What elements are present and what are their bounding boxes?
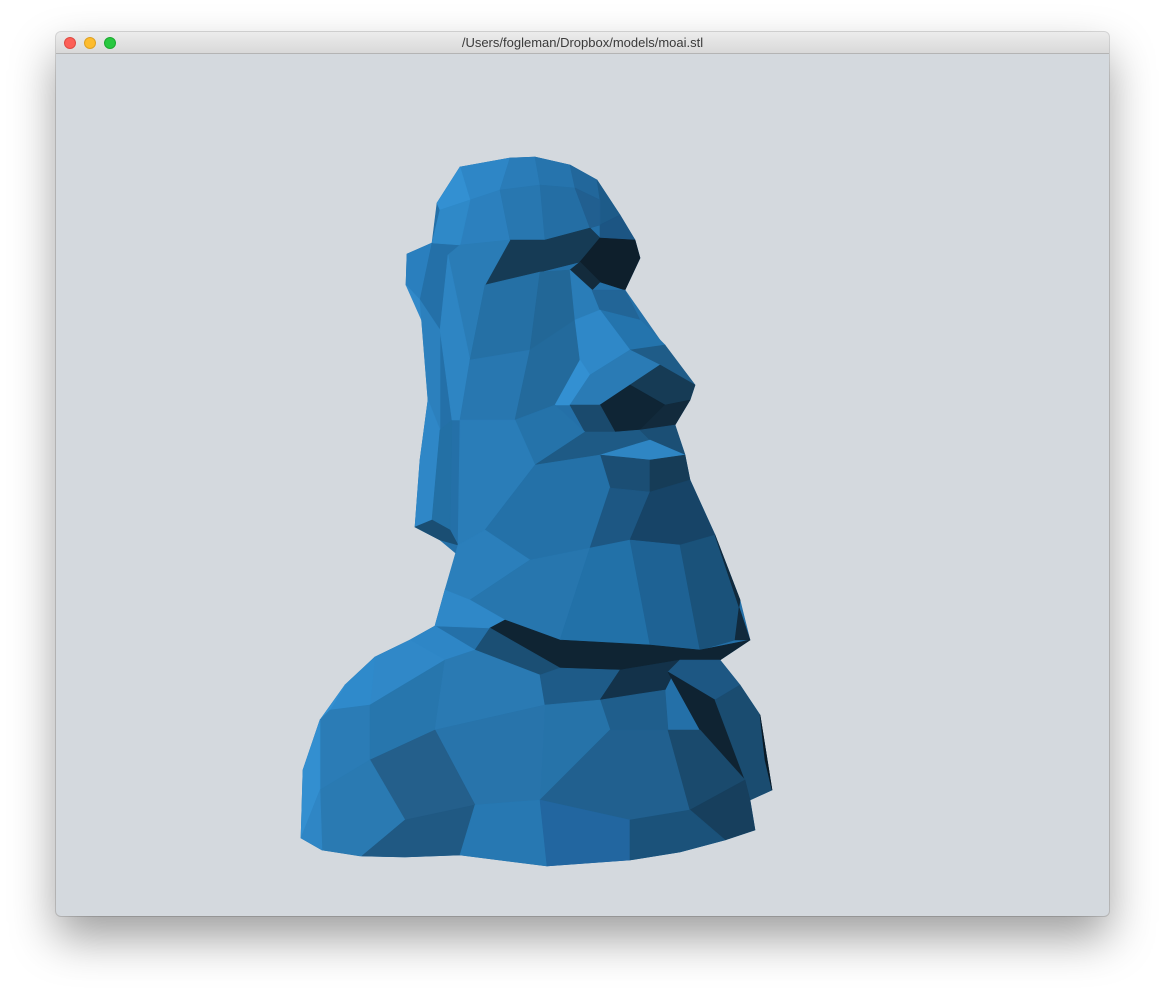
title-bar[interactable]: /Users/fogleman/Dropbox/models/moai.stl	[56, 32, 1109, 54]
app-window: /Users/fogleman/Dropbox/models/moai.stl	[56, 32, 1109, 916]
moai-model	[300, 156, 773, 867]
window-title: /Users/fogleman/Dropbox/models/moai.stl	[461, 35, 704, 50]
model-viewport[interactable]	[56, 54, 1109, 916]
